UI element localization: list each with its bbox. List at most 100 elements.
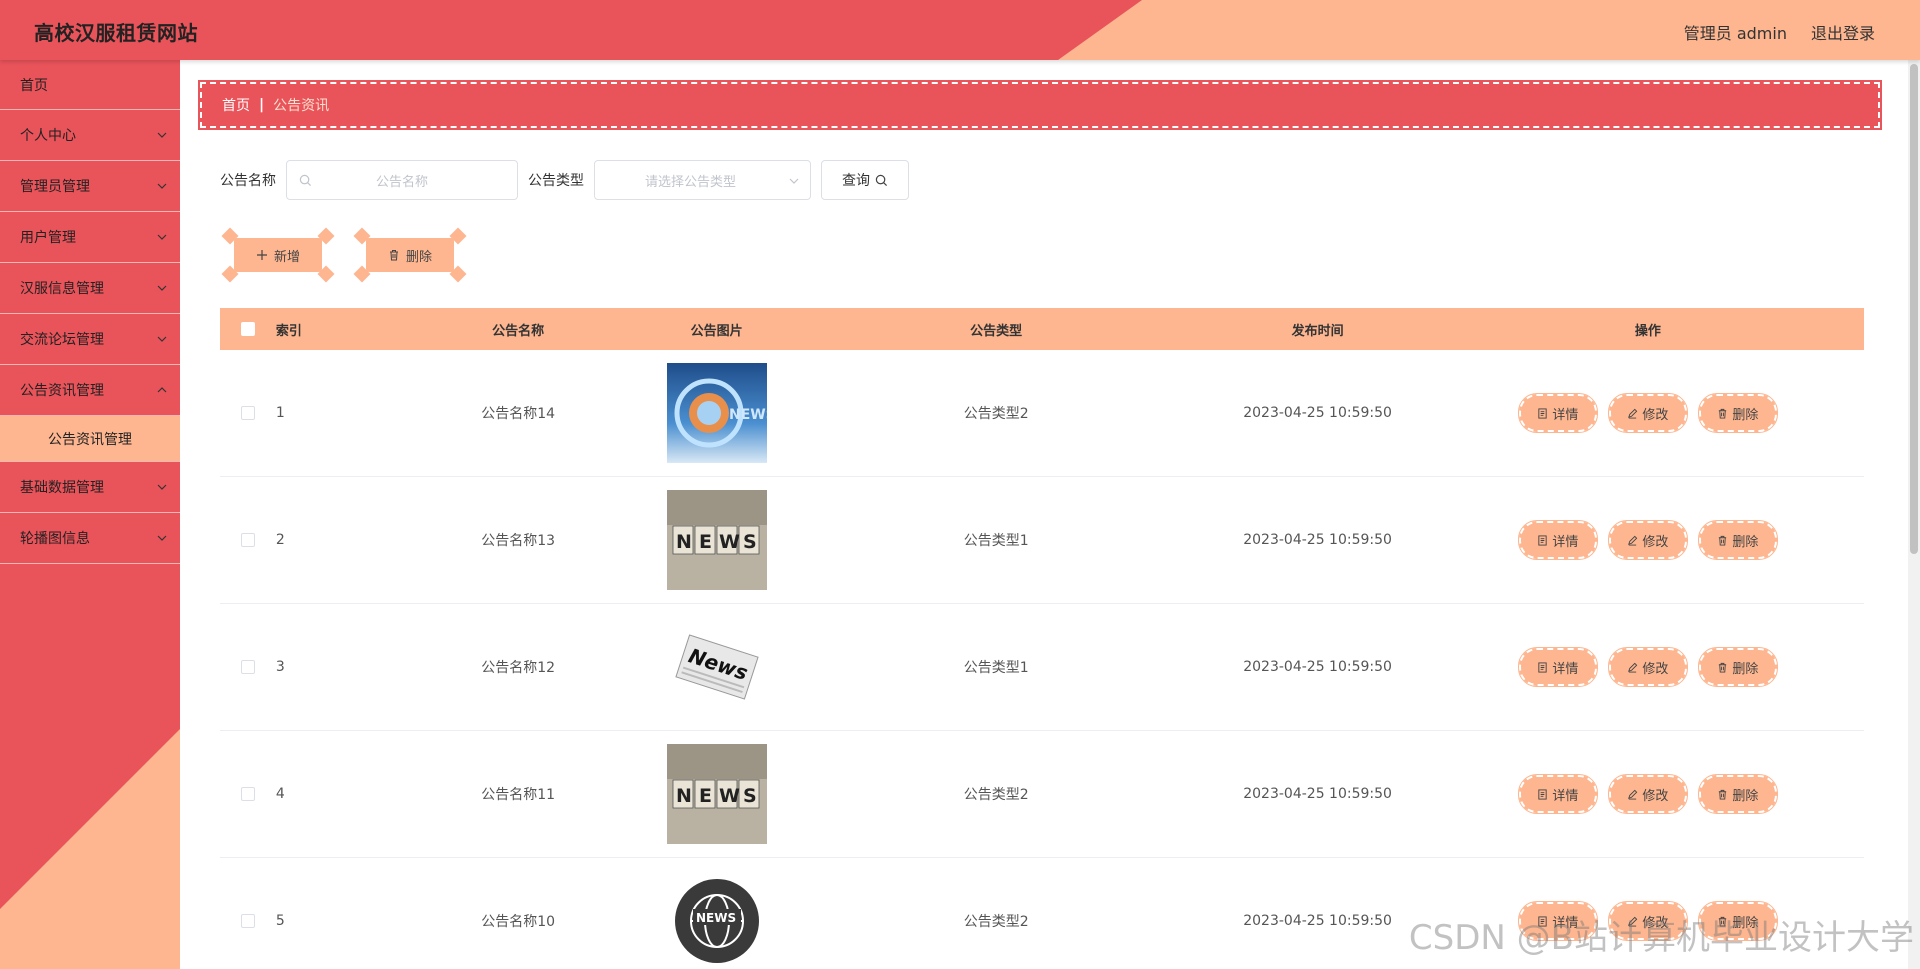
news-thumbnail-image[interactable]: NEWS — [666, 363, 767, 463]
add-button-label: 新增 — [273, 249, 300, 265]
news-thumbnail-image[interactable]: News — [666, 617, 767, 717]
detail-button[interactable]: 详情 — [1517, 774, 1598, 814]
row-checkbox[interactable] — [240, 914, 255, 928]
document-icon — [1538, 661, 1547, 673]
type-select[interactable]: 请选择公告类型 — [594, 160, 811, 200]
sidebar-item-hanfu-management[interactable]: 汉服信息管理 — [0, 263, 180, 314]
sidebar: 首页 个人中心 管理员管理 用户管理 汉服信息管理 交流论坛管理 公告资讯管理 … — [0, 60, 180, 969]
chevron-down-icon — [157, 484, 167, 490]
svg-text:N: N — [676, 785, 692, 807]
query-button-label: 查询 — [842, 173, 870, 189]
trash-icon — [1719, 408, 1727, 419]
row-checkbox-cell — [220, 406, 276, 420]
plus-icon — [256, 250, 267, 260]
row-checkbox-cell — [220, 533, 276, 547]
svg-text:W: W — [719, 785, 740, 807]
chevron-down-icon — [157, 285, 167, 291]
batch-delete-button[interactable]: 删除 — [352, 227, 468, 283]
document-icon — [1538, 788, 1547, 800]
delete-button[interactable]: 删除 — [1697, 774, 1778, 814]
delete-button-label: 删除 — [1732, 661, 1759, 677]
detail-button-label: 详情 — [1552, 407, 1579, 423]
row-checkbox-cell — [220, 914, 276, 928]
delete-button-label: 删除 — [1732, 407, 1759, 423]
watermark: CSDN @B站计算机毕业设计大学 — [1408, 918, 1914, 958]
batch-delete-button-body: 删除 — [366, 238, 454, 272]
svg-text:W: W — [719, 531, 740, 553]
edit-button[interactable]: 修改 — [1607, 393, 1688, 433]
pencil-icon — [1628, 662, 1638, 673]
name-search-input[interactable]: 公告名称 — [286, 160, 518, 200]
breadcrumb-home[interactable]: 首页 — [222, 95, 250, 115]
sidebar-item-label: 管理员管理 — [20, 179, 90, 195]
sidebar-item-home[interactable]: 首页 — [0, 60, 180, 110]
sidebar-item-label: 用户管理 — [20, 230, 76, 246]
sidebar-item-news-management[interactable]: 公告资讯管理 — [0, 365, 180, 416]
trash-icon — [1719, 662, 1727, 673]
sidebar-item-label: 首页 — [20, 77, 48, 94]
sidebar-item-admin-management[interactable]: 管理员管理 — [0, 161, 180, 212]
detail-button[interactable]: 详情 — [1517, 393, 1598, 433]
row-checkbox[interactable] — [240, 787, 255, 801]
chevron-down-icon — [157, 535, 167, 541]
detail-button[interactable]: 详情 — [1517, 520, 1598, 560]
search-bar: 公告名称 公告名称 公告类型 请选择公告类型 查询 — [220, 160, 909, 200]
sidebar-item-label: 交流论坛管理 — [20, 332, 104, 348]
delete-button-label: 删除 — [1732, 534, 1759, 550]
sidebar-subitem-news-management[interactable]: 公告资讯管理 — [0, 416, 180, 462]
vertical-scrollbar[interactable] — [1908, 60, 1920, 969]
sidebar-item-forum-management[interactable]: 交流论坛管理 — [0, 314, 180, 365]
select-all-checkbox[interactable] — [240, 322, 255, 336]
trash-icon — [389, 250, 398, 261]
row-checkbox[interactable] — [240, 660, 255, 674]
edit-button[interactable]: 修改 — [1607, 774, 1688, 814]
table-row: 3 公告名称12 News 公告类型1 2023-04-25 10:59:50 — [220, 604, 1864, 731]
chevron-down-icon — [789, 178, 799, 184]
delete-button[interactable]: 删除 — [1697, 647, 1778, 687]
trash-icon — [1719, 789, 1727, 800]
header-ops: 操作 — [1634, 323, 1661, 339]
row-index: 5 — [275, 913, 285, 929]
sidebar-item-basic-data[interactable]: 基础数据管理 — [0, 462, 180, 513]
row-image-cell: NEWS — [644, 363, 788, 463]
row-ops: 详情 修改 删除 — [1432, 520, 1864, 560]
row-index: 1 — [275, 405, 285, 421]
row-image-cell: NEWS — [644, 871, 788, 969]
detail-button[interactable]: 详情 — [1517, 647, 1598, 687]
news-thumbnail-image[interactable]: N E W S — [666, 490, 767, 590]
header-index: 索引 — [275, 323, 302, 339]
edit-button-label: 修改 — [1642, 407, 1669, 423]
row-checkbox[interactable] — [240, 533, 255, 547]
document-icon — [1538, 534, 1547, 546]
sidebar-menu: 首页 个人中心 管理员管理 用户管理 汉服信息管理 交流论坛管理 公告资讯管理 … — [0, 60, 180, 564]
row-image-cell: N E W S — [644, 490, 788, 590]
query-button[interactable]: 查询 — [821, 160, 909, 200]
chevron-down-icon — [157, 132, 167, 138]
row-index: 2 — [275, 532, 285, 548]
add-button[interactable]: 新增 — [220, 227, 336, 283]
pencil-icon — [1628, 789, 1638, 800]
svg-text:S: S — [743, 785, 757, 807]
sidebar-item-label: 基础数据管理 — [20, 480, 104, 496]
delete-button[interactable]: 删除 — [1697, 520, 1778, 560]
sidebar-item-carousel[interactable]: 轮播图信息 — [0, 513, 180, 564]
sidebar-item-personal-center[interactable]: 个人中心 — [0, 110, 180, 161]
batch-delete-button-label: 删除 — [405, 249, 432, 265]
header-type: 公告类型 — [970, 323, 1023, 339]
svg-text:N: N — [676, 531, 692, 553]
news-thumbnail-image[interactable]: N E W S — [666, 744, 767, 844]
news-thumbnail-image[interactable]: NEWS — [666, 871, 767, 969]
row-time: 2023-04-25 10:59:50 — [1243, 786, 1392, 802]
sidebar-item-user-management[interactable]: 用户管理 — [0, 212, 180, 263]
detail-button-label: 详情 — [1552, 534, 1579, 550]
sidebar-item-label: 公告资讯管理 — [20, 383, 104, 399]
row-ops: 详情 修改 删除 — [1432, 774, 1864, 814]
row-checkbox[interactable] — [240, 406, 255, 420]
scrollbar-thumb[interactable] — [1910, 64, 1918, 554]
edit-button[interactable]: 修改 — [1607, 520, 1688, 560]
svg-text:S: S — [743, 531, 757, 553]
edit-button[interactable]: 修改 — [1607, 647, 1688, 687]
name-search-placeholder: 公告名称 — [375, 174, 428, 190]
delete-button[interactable]: 删除 — [1697, 393, 1778, 433]
logout-link[interactable]: 退出登录 — [1811, 20, 1875, 44]
